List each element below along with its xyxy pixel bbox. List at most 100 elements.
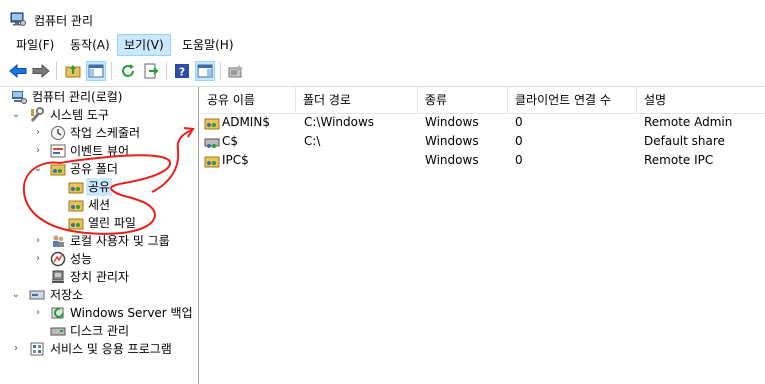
tree-node-label: 작업 스케줄러 (70, 126, 141, 140)
tree-node-label: 컴퓨터 관리(로컬) (32, 90, 123, 104)
share-name: ADMIN$ (222, 115, 270, 129)
list-header: 공유 이름 폴더 경로 종류 클라이언트 연결 수 설명 (200, 87, 765, 114)
toolbar-separator (220, 62, 221, 80)
cell-folder-path: C:\Windows (304, 115, 375, 129)
disk-icon (50, 327, 66, 336)
column-header-type[interactable]: 종류 (418, 87, 508, 113)
tree-node-label: 열린 파일 (88, 216, 136, 230)
show-hide-tree-icon[interactable] (86, 61, 106, 81)
help-icon[interactable]: ? (172, 61, 192, 81)
storage-icon (29, 290, 45, 300)
cell-share-name: IPC$ (200, 151, 296, 170)
tree-node-performance[interactable]: › 성능 (0, 250, 198, 268)
tree-node-task-scheduler[interactable]: › 작업 스케줄러 (0, 124, 198, 142)
column-header-folder-path[interactable]: 폴더 경로 (296, 87, 418, 113)
svg-text:?: ? (179, 66, 185, 79)
tree-node-services-applications[interactable]: › 서비스 및 응용 프로그램 (0, 340, 198, 358)
table-row[interactable]: ADMIN$ C:\Windows Windows 0 Remote Admin (200, 113, 765, 132)
backup-icon (51, 307, 64, 319)
refresh-icon[interactable] (118, 61, 138, 81)
computer-management-icon (12, 91, 27, 104)
window-title: 컴퓨터 관리 (34, 14, 94, 28)
menu-help[interactable]: 도움말(H) (176, 34, 240, 56)
chevron-right-icon[interactable]: › (33, 124, 43, 142)
column-header-description[interactable]: 설명 (637, 87, 765, 113)
tree-node-event-viewer[interactable]: › 이벤트 뷰어 (0, 142, 198, 160)
toolbar-separator (166, 62, 167, 80)
tree-node-system-tools[interactable]: ⌄ 시스템 도구 (0, 106, 198, 124)
cell-description: Remote Admin (644, 115, 733, 129)
title-bar: 컴퓨터 관리 (0, 4, 765, 34)
shares-list: 공유 이름 폴더 경로 종류 클라이언트 연결 수 설명 ADMIN$ C:\W… (200, 87, 765, 384)
action-pane-icon[interactable] (195, 61, 215, 81)
tree-node-label: 디스크 관리 (70, 324, 130, 338)
cell-connections: 0 (515, 153, 523, 167)
menu-action[interactable]: 동작(A) (64, 34, 116, 56)
back-icon[interactable] (8, 61, 28, 81)
tree-node-device-manager[interactable]: 장치 관리자 (0, 268, 198, 286)
computer-management-app-icon (10, 12, 26, 26)
shared-folder-icon (50, 164, 66, 176)
column-header-client-connections[interactable]: 클라이언트 연결 수 (508, 87, 637, 113)
toolbar-separator (56, 62, 57, 80)
export-list-icon[interactable] (141, 61, 161, 81)
tree-node-open-files[interactable]: 열린 파일 (0, 214, 198, 232)
tree-node-label: 성능 (70, 252, 93, 266)
performance-icon (50, 251, 66, 267)
table-row[interactable]: IPC$ Windows 0 Remote IPC (200, 151, 765, 170)
tree-node-label: 로컬 사용자 및 그룹 (70, 234, 170, 248)
cell-share-name: C$ (200, 132, 296, 151)
cell-description: Remote IPC (644, 153, 714, 167)
tree-node-sessions[interactable]: 세션 (0, 196, 198, 214)
cell-folder-path: C:\ (304, 134, 321, 148)
chevron-down-icon[interactable]: ⌄ (11, 106, 21, 124)
chevron-right-icon[interactable]: › (33, 232, 43, 250)
cell-connections: 0 (515, 115, 523, 129)
cell-share-name: ADMIN$ (200, 113, 296, 132)
share-name: IPC$ (222, 153, 249, 167)
tree-node-label: 세션 (88, 198, 111, 212)
shares-icon (204, 156, 220, 168)
users-icon (53, 235, 64, 247)
tree-node-computer-management[interactable]: 컴퓨터 관리(로컬) (0, 88, 198, 106)
tools-icon (30, 107, 44, 122)
cell-connections: 0 (515, 134, 523, 148)
menu-view[interactable]: 보기(V) (117, 34, 171, 56)
share-name: C$ (222, 134, 239, 148)
tree-node-label: 시스템 도구 (50, 108, 110, 122)
chevron-down-icon[interactable]: ⌄ (11, 286, 21, 304)
toolbar-separator (111, 62, 112, 80)
tree-node-label: Windows Server 백업 (70, 306, 193, 320)
tree-node-local-users-groups[interactable]: › 로컬 사용자 및 그룹 (0, 232, 198, 250)
services-icon (30, 342, 44, 356)
tree-node-disk-management[interactable]: 디스크 관리 (0, 322, 198, 340)
chevron-right-icon[interactable]: › (33, 142, 43, 160)
chevron-down-icon[interactable]: ⌄ (33, 160, 43, 178)
chevron-right-icon[interactable]: › (33, 304, 43, 322)
tree-node-shares[interactable]: 공유 (0, 178, 198, 196)
navigation-tree: 컴퓨터 관리(로컬) ⌄ 시스템 도구 › 작업 스케줄러 › 이벤트 뷰어 ⌄… (0, 87, 199, 384)
tree-node-label: 서비스 및 응용 프로그램 (50, 342, 172, 356)
new-share-icon[interactable] (226, 61, 246, 81)
menu-file[interactable]: 파일(F) (10, 34, 60, 56)
forward-icon[interactable] (31, 61, 51, 81)
up-folder-icon[interactable] (63, 61, 83, 81)
tree-node-label: 이벤트 뷰어 (70, 144, 130, 158)
cell-type: Windows (425, 134, 479, 148)
chevron-right-icon[interactable]: › (11, 340, 21, 358)
column-header-share-name[interactable]: 공유 이름 (200, 87, 296, 113)
toolbar: ? (0, 56, 765, 87)
cell-description: Default share (644, 134, 725, 148)
table-row[interactable]: C$ C:\ Windows 0 Default share (200, 132, 765, 151)
cell-type: Windows (425, 153, 479, 167)
tree-node-label: 장치 관리자 (70, 270, 130, 284)
device-manager-icon (52, 270, 64, 283)
cell-type: Windows (425, 115, 479, 129)
tree-node-shared-folders[interactable]: ⌄ 공유 폴더 (0, 160, 198, 178)
open-files-icon (68, 218, 84, 230)
chevron-right-icon[interactable]: › (33, 250, 43, 268)
tree-node-storage[interactable]: ⌄ 저장소 (0, 286, 198, 304)
tree-node-windows-server-backup[interactable]: › Windows Server 백업 (0, 304, 198, 322)
tree-node-label: 공유 폴더 (70, 162, 118, 176)
tree-node-label: 공유 (86, 178, 113, 196)
